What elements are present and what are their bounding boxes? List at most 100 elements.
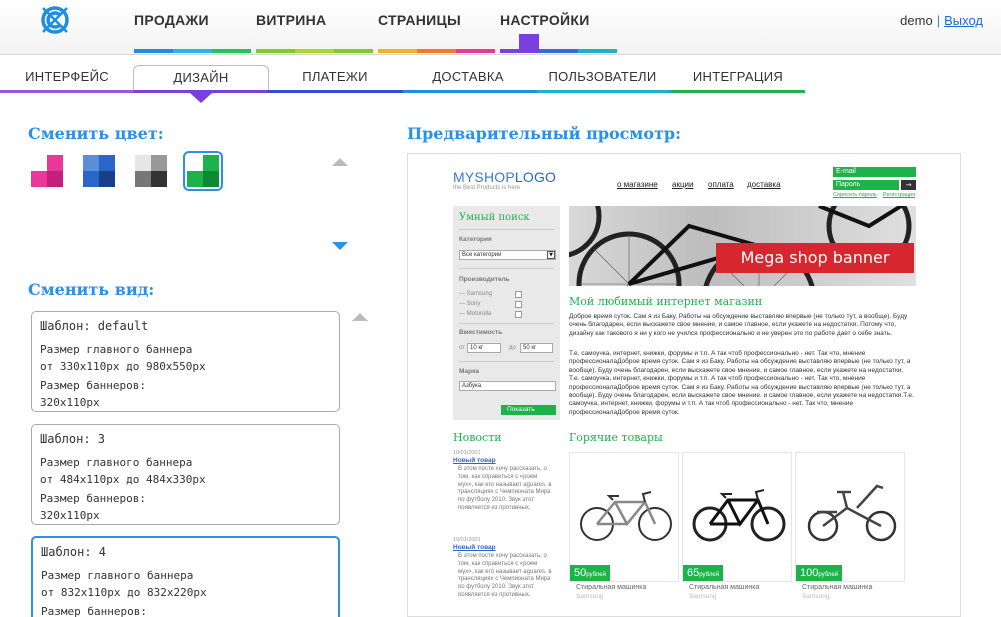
template-banners-label: Размер баннеров: [41, 605, 147, 617]
preview-checkbox [515, 291, 522, 298]
nav-pages-underline [378, 49, 495, 53]
preview-to-label: до [509, 345, 516, 351]
swatch-cell [47, 155, 63, 171]
preview-maker-item: — Samsung [459, 291, 493, 297]
swatch-cell [203, 155, 219, 171]
preview-show-button: Показать [501, 405, 556, 415]
bicycle-image [580, 491, 672, 541]
template-card-4[interactable]: Шаблон: 4 Размер главного баннера от 832… [31, 536, 340, 617]
username: demo [900, 13, 933, 28]
preview-news-item: 10/01/2001 Новый товар В этом посте хочу… [453, 450, 553, 513]
preview-product-name: Стиральная машинка [802, 584, 873, 591]
nav-storefront[interactable]: ВИТРИНА [256, 12, 326, 28]
preview-from-input: 10 кг [467, 343, 501, 353]
swatch-cell [83, 171, 99, 187]
color-scroll-down-icon[interactable] [332, 242, 348, 250]
template-banners-label: Размер баннеров: [40, 492, 146, 505]
nav-pages[interactable]: СТРАНИЦЫ [378, 12, 461, 28]
template-banner-range: от 832x110px до 832x220px [41, 586, 207, 599]
preview-product-name: Стиральная машинка [689, 584, 760, 591]
preview-register-link: Регистрация [882, 192, 916, 198]
tab-payments[interactable]: ПЛАТЕЖИ [285, 65, 385, 92]
preview-product-price: 65рублей [683, 565, 723, 581]
swatch-cell [203, 171, 219, 187]
preview-maker-label: Производитель [459, 276, 510, 283]
preview-login-arrow-icon: → [901, 180, 916, 190]
preview-password-field: Пароль [833, 180, 899, 190]
preview-logo: MYSHOPLOGO [453, 169, 556, 185]
price-currency: рублей [818, 572, 839, 578]
logout-link[interactable]: Выход [944, 13, 983, 28]
template-banner-range: от 330x110px до 980x550px [40, 360, 206, 373]
color-swatch-green[interactable] [183, 151, 223, 191]
template-card-default[interactable]: Шаблон: default Размер главного баннера … [31, 311, 340, 412]
template-scroll-up-icon[interactable] [352, 313, 368, 321]
subtabs-underline [0, 90, 806, 93]
color-swatch-blue[interactable] [83, 155, 115, 187]
preview-product-price: 100рублей [796, 565, 843, 581]
news-body: В этом посте хочу рассказать, о том, как… [458, 466, 552, 511]
tab-integration[interactable]: ИНТЕГРАЦИЯ [683, 65, 793, 92]
preview-brand-label: Марка [459, 368, 479, 375]
template-banners-label: Размер баннеров: [40, 379, 146, 392]
divider [459, 268, 554, 269]
settings-subtabs: ИНТЕРФЕЙС ДИЗАЙН ПЛАТЕЖИ ДОСТАВКА ПОЛЬЗО… [0, 65, 805, 93]
news-title: Новый товар [453, 544, 496, 551]
preview-select-chevron-icon: ▼ [547, 251, 555, 259]
preview-checkbox [515, 301, 522, 308]
preview-maker-item: — Sony [459, 301, 481, 307]
preview-nav-promo: акции [672, 180, 694, 189]
preview-product-brand: Samsung [689, 593, 717, 600]
price-value: 100 [800, 567, 819, 579]
swatch-cell [135, 171, 151, 187]
preview-category-select: Все категории [459, 250, 556, 260]
tab-interface[interactable]: ИНТЕРФЕЙС [18, 65, 116, 92]
price-value: 50 [574, 567, 587, 579]
bicycle-image [692, 489, 786, 542]
preview-logo-part-b: LOGO [514, 169, 557, 185]
template-name: Шаблон: 4 [41, 545, 107, 559]
nav-sales[interactable]: ПРОДАЖИ [134, 12, 209, 28]
news-title: Новый товар [453, 457, 496, 464]
template-banner-label: Размер главного баннера [41, 569, 194, 582]
preview-nav-delivery: доставка [747, 180, 781, 189]
store-preview: MYSHOPLOGO the Best Products is here о м… [407, 153, 961, 617]
color-swatch-gray[interactable] [135, 155, 167, 187]
nav-settings[interactable]: НАСТРОЙКИ [500, 12, 590, 28]
preview-email-field: E-mail [833, 167, 916, 177]
divider [459, 229, 554, 230]
logo-icon[interactable] [39, 4, 71, 36]
user-separator: | [936, 13, 941, 28]
preview-product-brand: Samsung [802, 593, 830, 600]
preview-category-label: Категория [459, 236, 492, 243]
tab-users[interactable]: ПОЛЬЗОВАТЕЛИ [540, 65, 665, 92]
price-value: 65 [687, 567, 700, 579]
tab-delivery[interactable]: ДОСТАВКА [418, 65, 518, 92]
color-scroll-up-icon[interactable] [332, 158, 348, 166]
nav-storefront-underline [256, 49, 373, 53]
template-banners-size: 320x110px [40, 396, 100, 409]
divider [459, 323, 554, 324]
top-header: ПРОДАЖИ ВИТРИНА СТРАНИЦЫ НАСТРОЙКИ demo |… [0, 0, 1001, 55]
preview-from-label: от [459, 345, 465, 351]
preview-heading: Мой любимый интернет магазин [569, 295, 763, 308]
preview-hot-title: Горячие товары [569, 431, 663, 444]
template-banners-size: 320x110px [40, 509, 100, 522]
swatch-cell [31, 171, 47, 187]
template-name: Шаблон: 3 [40, 432, 106, 446]
preview-paragraph-2: Т.е. самоучка, интернет, книжки, форумы … [569, 350, 914, 416]
preview-slogan: the Best Products is here [453, 185, 521, 191]
preview-nav-about: о магазине [617, 180, 658, 189]
swatch-cell [151, 171, 167, 187]
template-banner-label: Размер главного баннера [40, 343, 193, 356]
template-card-3[interactable]: Шаблон: 3 Размер главного баннера от 484… [31, 424, 340, 525]
preview-forgot-link: Спросить пароль [833, 192, 877, 198]
preview-product-price: 50рублей [570, 565, 610, 581]
tab-design[interactable]: ДИЗАЙН [133, 65, 269, 92]
preview-logo-part-a: MYSHOP [453, 169, 515, 185]
bicycle-image [807, 484, 897, 542]
color-swatch-pink[interactable] [31, 155, 63, 187]
preview-main-banner: Mega shop banner [569, 206, 916, 286]
news-date: 10/01/2001 [453, 537, 481, 543]
change-color-title: Сменить цвет: [28, 124, 164, 143]
